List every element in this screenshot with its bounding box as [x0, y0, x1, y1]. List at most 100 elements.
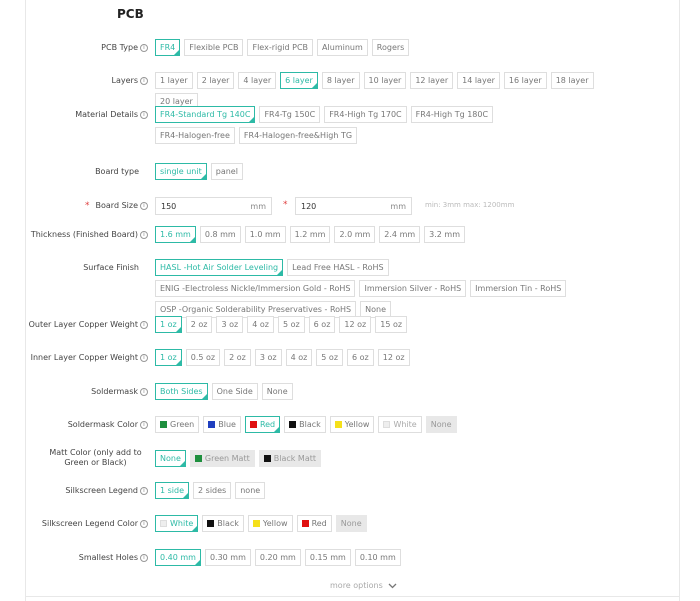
- black-swatch: [289, 421, 297, 428]
- option-flexible-pcb[interactable]: Flexible PCB: [184, 39, 244, 56]
- option-hole-0-10[interactable]: 0.10 mm: [354, 549, 401, 566]
- option-fr4-tg150[interactable]: FR4-Tg 150C: [259, 106, 321, 123]
- option-2-layer[interactable]: 2 layer: [196, 72, 235, 89]
- info-icon[interactable]: i: [140, 230, 148, 239]
- option-fr4-halogen-free-high-tg[interactable]: FR4-Halogen-free&High TG: [238, 127, 358, 144]
- option-flex-rigid-pcb[interactable]: Flex-rigid PCB: [247, 39, 314, 56]
- option-fr4-tg180[interactable]: FR4-High Tg 180C: [410, 106, 494, 123]
- option-silk-red[interactable]: Red: [296, 515, 332, 532]
- option-black-matt-label: Black Matt: [273, 454, 316, 463]
- option-silk-yellow[interactable]: Yellow: [247, 515, 293, 532]
- info-icon[interactable]: i: [140, 43, 148, 52]
- board-width-input[interactable]: 150 mm: [155, 197, 272, 215]
- option-hole-0-40[interactable]: 0.40 mm: [155, 549, 201, 566]
- option-inner-5oz[interactable]: 5 oz: [316, 349, 344, 366]
- option-fr4[interactable]: FR4: [155, 39, 181, 56]
- option-4-layer[interactable]: 4 layer: [238, 72, 277, 89]
- option-inner-4oz[interactable]: 4 oz: [285, 349, 313, 366]
- option-10-layer[interactable]: 10 layer: [363, 72, 407, 89]
- info-icon[interactable]: i: [140, 420, 148, 429]
- option-color-green[interactable]: Green: [155, 416, 200, 433]
- option-silk-none[interactable]: none: [235, 482, 266, 499]
- info-icon[interactable]: i: [140, 353, 148, 362]
- option-16-layer[interactable]: 16 layer: [503, 72, 547, 89]
- info-icon[interactable]: i: [140, 486, 148, 495]
- info-icon[interactable]: i: [140, 110, 148, 119]
- option-silk-color-none[interactable]: None: [335, 515, 367, 532]
- option-thickness-1-6[interactable]: 1.6 mm: [155, 226, 196, 243]
- option-color-black[interactable]: Black: [284, 416, 326, 433]
- option-aluminum[interactable]: Aluminum: [317, 39, 368, 56]
- option-outer-1oz[interactable]: 1 oz: [155, 316, 182, 333]
- option-color-green-label: Green: [170, 420, 195, 429]
- option-lead-free-hasl[interactable]: Lead Free HASL - RoHS: [287, 259, 389, 276]
- option-thickness-3-2[interactable]: 3.2 mm: [424, 226, 466, 243]
- option-green-matt[interactable]: Green Matt: [189, 450, 255, 467]
- board-height-input[interactable]: 120 mm: [295, 197, 412, 215]
- option-color-none[interactable]: None: [425, 416, 457, 433]
- option-immersion-silver[interactable]: Immersion Silver - RoHS: [359, 280, 467, 297]
- option-outer-2oz[interactable]: 2 oz: [185, 316, 213, 333]
- option-thickness-0-8[interactable]: 0.8 mm: [199, 226, 241, 243]
- option-fr4-halogen-free[interactable]: FR4-Halogen-free: [155, 127, 235, 144]
- option-1-side[interactable]: 1 side: [155, 482, 190, 499]
- info-icon[interactable]: i: [140, 76, 148, 85]
- option-both-sides[interactable]: Both Sides: [155, 383, 208, 400]
- option-outer-3oz[interactable]: 3 oz: [216, 316, 244, 333]
- option-silk-black[interactable]: Black: [202, 515, 244, 532]
- option-outer-12oz[interactable]: 12 oz: [339, 316, 372, 333]
- option-12-layer[interactable]: 12 layer: [410, 72, 454, 89]
- more-options-toggle[interactable]: more options: [330, 581, 397, 590]
- option-fr4-tg170[interactable]: FR4-High Tg 170C: [324, 106, 407, 123]
- option-outer-4oz[interactable]: 4 oz: [247, 316, 274, 333]
- option-panel[interactable]: panel: [210, 163, 243, 180]
- option-color-blue-label: Blue: [218, 420, 236, 429]
- option-hole-0-20[interactable]: 0.20 mm: [254, 549, 301, 566]
- option-6-layer[interactable]: 6 layer: [280, 72, 318, 89]
- info-icon[interactable]: i: [140, 320, 148, 329]
- option-1-layer[interactable]: 1 layer: [155, 72, 193, 89]
- option-hole-0-15[interactable]: 0.15 mm: [304, 549, 351, 566]
- option-black-matt[interactable]: Black Matt: [258, 450, 321, 467]
- option-color-white[interactable]: White: [378, 416, 422, 433]
- option-silk-white[interactable]: White: [155, 515, 199, 532]
- option-matt-none[interactable]: None: [155, 450, 186, 467]
- option-inner-3oz[interactable]: 3 oz: [254, 349, 282, 366]
- label-board-type: Board type: [95, 167, 139, 176]
- option-inner-2oz[interactable]: 2 oz: [224, 349, 251, 366]
- info-icon[interactable]: i: [140, 553, 148, 562]
- option-enig[interactable]: ENIG -Electroless Nickle/Immersion Gold …: [155, 280, 356, 297]
- option-hole-0-30[interactable]: 0.30 mm: [204, 549, 251, 566]
- option-outer-15oz[interactable]: 15 oz: [375, 316, 408, 333]
- option-inner-12oz[interactable]: 12 oz: [377, 349, 410, 366]
- option-2-sides[interactable]: 2 sides: [193, 482, 232, 499]
- option-18-layer[interactable]: 18 layer: [550, 72, 594, 89]
- info-icon[interactable]: i: [140, 519, 148, 528]
- option-soldermask-none[interactable]: None: [261, 383, 293, 400]
- option-inner-0-5oz[interactable]: 0.5 oz: [185, 349, 221, 366]
- black-swatch: [207, 520, 215, 527]
- option-single-unit[interactable]: single unit: [155, 163, 207, 180]
- info-icon[interactable]: i: [140, 387, 148, 396]
- option-inner-1oz[interactable]: 1 oz: [155, 349, 182, 366]
- option-color-yellow[interactable]: Yellow: [329, 416, 375, 433]
- option-immersion-tin[interactable]: Immersion Tin - RoHS: [470, 280, 567, 297]
- option-rogers[interactable]: Rogers: [371, 39, 410, 56]
- option-fr4-standard[interactable]: FR4-Standard Tg 140C: [155, 106, 256, 123]
- option-one-side[interactable]: One Side: [211, 383, 258, 400]
- option-thickness-2-4[interactable]: 2.4 mm: [379, 226, 421, 243]
- option-8-layer[interactable]: 8 layer: [321, 72, 360, 89]
- option-inner-6oz[interactable]: 6 oz: [347, 349, 374, 366]
- option-thickness-1-0[interactable]: 1.0 mm: [244, 226, 286, 243]
- option-color-blue[interactable]: Blue: [203, 416, 241, 433]
- board-width-unit: mm: [250, 201, 266, 211]
- option-outer-6oz[interactable]: 6 oz: [308, 316, 336, 333]
- option-thickness-2-0[interactable]: 2.0 mm: [334, 226, 376, 243]
- option-hasl[interactable]: HASL -Hot Air Solder Leveling: [155, 259, 284, 276]
- option-color-red[interactable]: Red: [244, 416, 281, 433]
- label-soldermask: Soldermask: [91, 387, 138, 396]
- option-thickness-1-2[interactable]: 1.2 mm: [289, 226, 331, 243]
- option-outer-5oz[interactable]: 5 oz: [277, 316, 305, 333]
- option-14-layer[interactable]: 14 layer: [457, 72, 500, 89]
- info-icon[interactable]: i: [140, 201, 148, 210]
